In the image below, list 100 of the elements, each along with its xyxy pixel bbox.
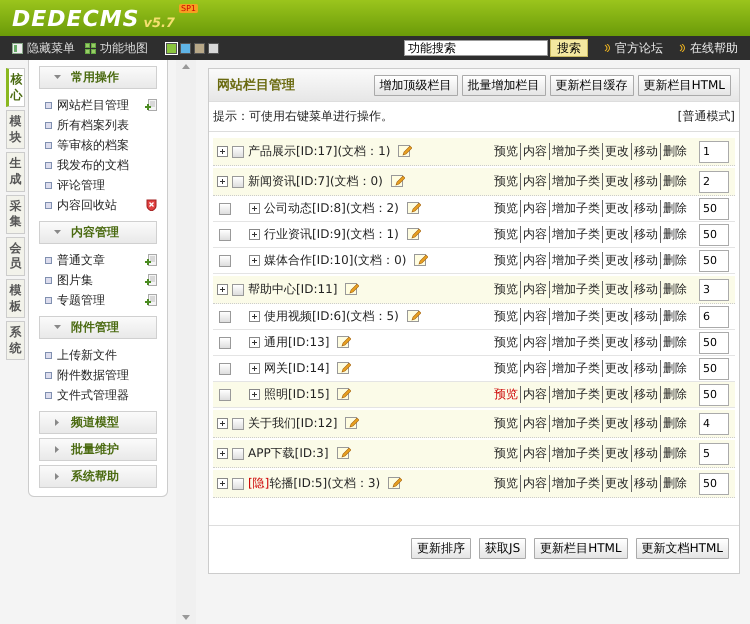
action-link[interactable]: 移动: [631, 252, 658, 269]
category-name[interactable]: 产品展示[ID:17](文档：1): [248, 143, 390, 160]
edit-icon[interactable]: [336, 447, 351, 460]
edit-icon[interactable]: [414, 254, 428, 267]
row-checkbox[interactable]: [232, 448, 244, 460]
action-link[interactable]: 内容: [520, 252, 547, 269]
category-name[interactable]: 照明[ID:15]: [264, 386, 330, 403]
panel-button[interactable]: 增加顶级栏目: [374, 74, 458, 96]
menu-item[interactable]: 网站栏目管理: [45, 95, 157, 115]
action-link[interactable]: 删除: [660, 415, 687, 432]
action-link[interactable]: 预览: [494, 226, 518, 243]
side-tab[interactable]: 采集: [6, 194, 25, 234]
action-link[interactable]: 移动: [631, 173, 658, 190]
action-link[interactable]: 移动: [631, 360, 658, 377]
menu-item[interactable]: 我发布的文档: [45, 155, 157, 175]
scroll-up-icon[interactable]: [182, 64, 190, 69]
edit-icon[interactable]: [398, 145, 412, 158]
panel-button[interactable]: 批量增加栏目: [462, 74, 546, 96]
footer-button[interactable]: 获取JS: [479, 538, 526, 559]
order-field[interactable]: 4: [699, 412, 729, 434]
menu-group-header[interactable]: 附件管理: [39, 316, 157, 339]
action-link[interactable]: 预览: [494, 360, 518, 377]
menu-item[interactable]: 所有档案列表: [45, 115, 157, 135]
action-link[interactable]: 预览: [494, 308, 518, 325]
theme-swatch[interactable]: [194, 42, 205, 54]
search-button[interactable]: 搜索: [550, 39, 588, 57]
category-name[interactable]: APP下载[ID:3]: [248, 445, 329, 462]
edit-icon[interactable]: [406, 228, 421, 241]
menu-item[interactable]: 图片集: [45, 270, 157, 290]
order-field[interactable]: 50: [699, 358, 729, 380]
action-link[interactable]: 增加子类: [549, 252, 600, 269]
expand-icon[interactable]: [217, 176, 228, 187]
menu-item[interactable]: 专题管理: [45, 290, 157, 310]
menu-group-header[interactable]: 频道模型: [39, 411, 157, 434]
action-link[interactable]: 增加子类: [549, 226, 600, 243]
footer-button[interactable]: 更新栏目HTML: [534, 538, 628, 559]
side-tab[interactable]: 模块: [6, 110, 25, 150]
menu-group-header[interactable]: 系统帮助: [39, 465, 157, 488]
action-link[interactable]: 更改: [602, 334, 629, 351]
action-link[interactable]: 更改: [602, 360, 629, 377]
edit-icon[interactable]: [388, 477, 402, 490]
action-link[interactable]: 移动: [631, 143, 658, 160]
order-field[interactable]: 50: [699, 224, 729, 246]
action-link[interactable]: 删除: [660, 386, 687, 403]
menu-group-header[interactable]: 内容管理: [39, 221, 157, 244]
action-link[interactable]: 内容: [520, 308, 547, 325]
category-name[interactable]: 关于我们[ID:12]: [248, 415, 338, 432]
menu-item[interactable]: 上传新文件: [45, 345, 157, 365]
toolbar-link[interactable]: 功能地图: [85, 40, 148, 56]
scroll-down-icon[interactable]: [182, 615, 190, 620]
category-name[interactable]: 使用视频[ID:6](文档：5): [264, 308, 399, 325]
action-link[interactable]: 预览: [494, 415, 518, 432]
toolbar-link[interactable]: 隐藏菜单: [12, 40, 75, 56]
action-link[interactable]: 增加子类: [549, 143, 600, 160]
expand-icon[interactable]: [217, 284, 228, 295]
side-tab[interactable]: 会员: [6, 236, 25, 276]
action-link[interactable]: 预览: [494, 386, 518, 403]
caret-icon[interactable]: [55, 419, 60, 426]
action-link[interactable]: 删除: [660, 334, 687, 351]
side-tab[interactable]: 系统: [6, 321, 25, 360]
action-link[interactable]: 增加子类: [549, 386, 600, 403]
order-field[interactable]: 50: [699, 332, 729, 354]
action-link[interactable]: 更改: [602, 226, 629, 243]
menu-group-header[interactable]: 批量维护: [39, 438, 157, 461]
panel-button[interactable]: 更新栏目HTML: [638, 74, 731, 96]
add-page-icon[interactable]: [145, 274, 157, 286]
action-link[interactable]: 增加子类: [549, 445, 600, 462]
action-link[interactable]: 删除: [660, 173, 687, 190]
row-checkbox[interactable]: [232, 478, 244, 490]
action-link[interactable]: 更改: [602, 445, 629, 462]
menu-item[interactable]: 附件数据管理: [45, 365, 157, 385]
action-link[interactable]: 预览: [494, 200, 518, 217]
signal-icon[interactable]: [604, 44, 610, 52]
action-link[interactable]: 增加子类: [549, 360, 600, 377]
row-checkbox[interactable]: [219, 310, 231, 322]
menu-item[interactable]: 评论管理: [45, 175, 157, 195]
order-field[interactable]: 50: [699, 250, 729, 272]
caret-icon[interactable]: [55, 473, 60, 480]
edit-icon[interactable]: [406, 202, 421, 215]
panel-button[interactable]: 更新栏目缓存: [550, 74, 634, 96]
edit-icon[interactable]: [390, 175, 405, 188]
order-field[interactable]: 1: [699, 140, 729, 162]
action-link[interactable]: 增加子类: [549, 334, 600, 351]
expand-icon[interactable]: [249, 363, 260, 374]
action-link[interactable]: 更改: [602, 200, 629, 217]
add-page-icon[interactable]: [145, 294, 157, 306]
search-field[interactable]: 功能搜索: [404, 40, 548, 56]
action-link[interactable]: 内容: [520, 226, 547, 243]
order-field[interactable]: 50: [699, 384, 729, 406]
mode-link[interactable]: [普通模式]: [678, 108, 735, 125]
expand-icon[interactable]: [217, 448, 228, 459]
add-page-icon[interactable]: [145, 254, 157, 266]
action-link[interactable]: 更改: [602, 143, 629, 160]
theme-swatch[interactable]: [180, 42, 191, 54]
order-field[interactable]: 2: [699, 170, 729, 192]
theme-swatch[interactable]: [166, 42, 177, 54]
menu-item[interactable]: 内容回收站: [45, 195, 157, 215]
action-link[interactable]: 预览: [494, 173, 518, 190]
action-link[interactable]: 删除: [660, 226, 687, 243]
caret-icon[interactable]: [54, 75, 61, 80]
